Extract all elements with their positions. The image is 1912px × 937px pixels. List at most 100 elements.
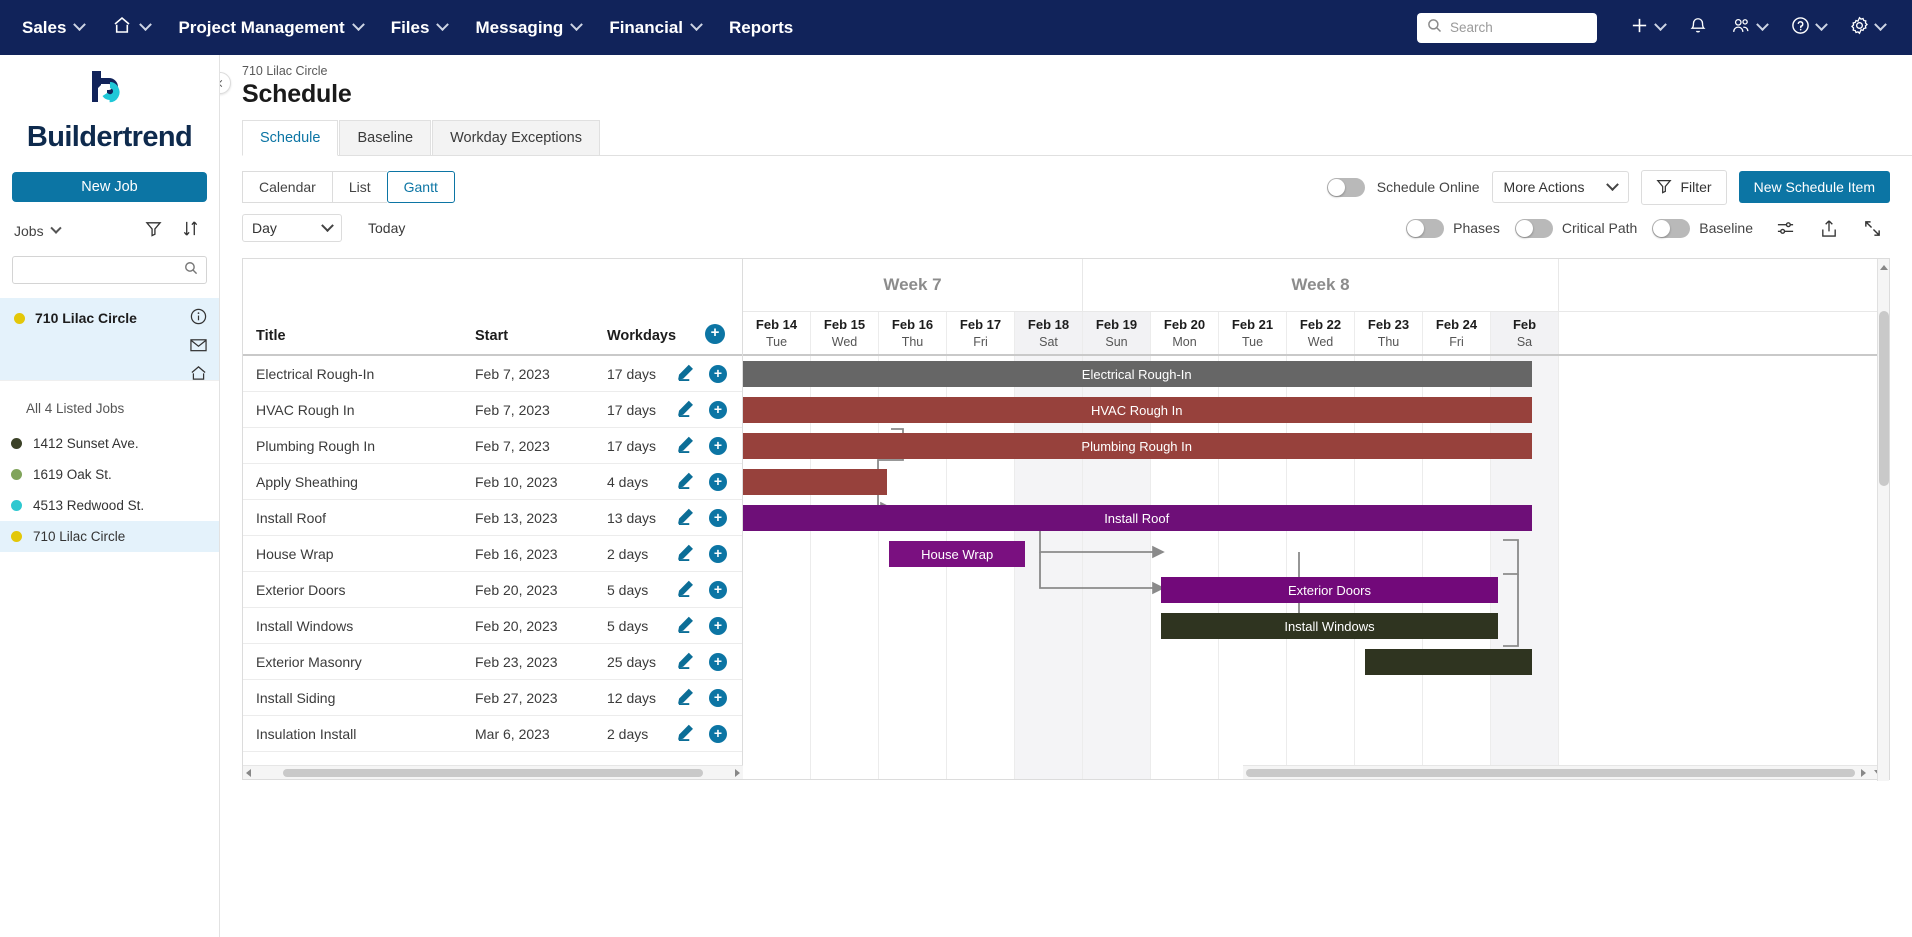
nav-item-files[interactable]: Files bbox=[377, 0, 462, 55]
add-icon[interactable]: + bbox=[709, 617, 727, 635]
table-row[interactable]: Install WindowsFeb 20, 20235 days+ bbox=[243, 608, 742, 644]
gantt-bar[interactable]: Electrical Rough-In bbox=[743, 361, 1532, 387]
jobs-search[interactable] bbox=[12, 256, 207, 284]
jobs-dropdown-label[interactable]: Jobs bbox=[14, 223, 44, 239]
gantt-bar[interactable]: Plumbing Rough In bbox=[743, 433, 1532, 459]
house-icon[interactable] bbox=[190, 365, 207, 386]
jobs-search-input[interactable] bbox=[21, 263, 184, 278]
today-button[interactable]: Today bbox=[368, 220, 405, 236]
table-row[interactable]: Insulation InstallMar 6, 20232 days+ bbox=[243, 716, 742, 752]
view-gantt[interactable]: Gantt bbox=[387, 171, 455, 203]
filter-button[interactable]: Filter bbox=[1641, 170, 1726, 205]
nav-item-reports[interactable]: Reports bbox=[715, 0, 807, 55]
view-calendar[interactable]: Calendar bbox=[242, 171, 332, 203]
day-column-header: Feb 18Sat bbox=[1015, 312, 1083, 354]
table-row[interactable]: Install RoofFeb 13, 202313 days+ bbox=[243, 500, 742, 536]
edit-icon[interactable] bbox=[677, 472, 694, 492]
tab-schedule[interactable]: Schedule bbox=[242, 120, 338, 156]
chevron-down-icon[interactable] bbox=[50, 223, 61, 234]
notifications-button[interactable] bbox=[1680, 0, 1716, 55]
add-icon[interactable]: + bbox=[709, 509, 727, 527]
add-icon[interactable]: + bbox=[709, 473, 727, 491]
fullscreen-icon[interactable] bbox=[1855, 215, 1890, 242]
edit-icon[interactable] bbox=[677, 688, 694, 708]
add-icon[interactable]: + bbox=[709, 437, 727, 455]
add-icon[interactable]: + bbox=[709, 653, 727, 671]
table-horizontal-scrollbar[interactable] bbox=[243, 765, 743, 779]
tab-workday-exceptions[interactable]: Workday Exceptions bbox=[432, 120, 600, 155]
gantt-scroll-right-arrow[interactable] bbox=[1861, 769, 1866, 777]
secondary-toolbar-right: Phases Critical Path Baseline bbox=[1406, 215, 1890, 242]
gantt-bar[interactable] bbox=[1365, 649, 1532, 675]
breadcrumb[interactable]: 710 Lilac Circle bbox=[242, 64, 1912, 78]
gantt-bar[interactable]: Install Windows bbox=[1161, 613, 1498, 639]
add-icon[interactable]: + bbox=[709, 581, 727, 599]
help-menu-button[interactable] bbox=[1782, 0, 1835, 55]
job-list-item[interactable]: 1619 Oak St. bbox=[0, 459, 219, 490]
tab-baseline[interactable]: Baseline bbox=[339, 120, 431, 155]
scroll-up-arrow[interactable] bbox=[1880, 265, 1888, 270]
settings-menu-button[interactable] bbox=[1841, 0, 1894, 55]
table-row[interactable]: Install SidingFeb 27, 202312 days+ bbox=[243, 680, 742, 716]
nav-item-sales[interactable]: Sales bbox=[22, 0, 98, 55]
critical-path-toggle[interactable] bbox=[1515, 219, 1553, 238]
gantt-bar[interactable]: Exterior Doors bbox=[1161, 577, 1498, 603]
zoom-level-select[interactable]: Day bbox=[242, 214, 342, 242]
job-list-item[interactable]: 1412 Sunset Ave. bbox=[0, 428, 219, 459]
new-schedule-item-button[interactable]: New Schedule Item bbox=[1739, 171, 1890, 203]
edit-icon[interactable] bbox=[677, 544, 694, 564]
edit-icon[interactable] bbox=[677, 652, 694, 672]
add-icon[interactable]: + bbox=[709, 689, 727, 707]
gantt-bar[interactable] bbox=[743, 469, 887, 495]
gantt-horizontal-scrollbar[interactable] bbox=[1243, 765, 1889, 779]
scroll-right-arrow[interactable] bbox=[735, 769, 740, 777]
add-row-button[interactable]: + bbox=[705, 324, 725, 344]
gantt-vertical-scrollbar[interactable] bbox=[1877, 259, 1889, 781]
more-actions-dropdown[interactable]: More Actions bbox=[1492, 171, 1630, 203]
job-list-item[interactable]: 710 Lilac Circle bbox=[0, 521, 219, 552]
scroll-left-arrow[interactable] bbox=[246, 769, 251, 777]
add-icon[interactable]: + bbox=[709, 365, 727, 383]
view-list[interactable]: List bbox=[332, 171, 387, 203]
nav-item-project-management[interactable]: Project Management bbox=[164, 0, 376, 55]
edit-icon[interactable] bbox=[677, 616, 694, 636]
phases-toggle[interactable] bbox=[1406, 219, 1444, 238]
search-input[interactable] bbox=[1450, 20, 1587, 35]
info-icon[interactable] bbox=[190, 308, 207, 330]
new-job-button[interactable]: New Job bbox=[12, 172, 207, 202]
add-icon[interactable]: + bbox=[709, 401, 727, 419]
baseline-toggle[interactable] bbox=[1652, 219, 1690, 238]
table-row[interactable]: Electrical Rough-InFeb 7, 202317 days+ bbox=[243, 356, 742, 392]
edit-icon[interactable] bbox=[677, 436, 694, 456]
gantt-bar[interactable]: House Wrap bbox=[889, 541, 1025, 567]
table-row[interactable]: Exterior DoorsFeb 20, 20235 days+ bbox=[243, 572, 742, 608]
mail-icon[interactable] bbox=[190, 338, 207, 357]
table-row[interactable]: Plumbing Rough InFeb 7, 202317 days+ bbox=[243, 428, 742, 464]
nav-item-messaging[interactable]: Messaging bbox=[461, 0, 595, 55]
users-menu-button[interactable] bbox=[1722, 0, 1776, 55]
add-menu-button[interactable] bbox=[1621, 0, 1674, 55]
selected-job-card[interactable]: 710 Lilac Circle bbox=[0, 298, 219, 380]
sort-jobs-button[interactable] bbox=[176, 220, 205, 242]
gantt-bar[interactable]: HVAC Rough In bbox=[743, 397, 1532, 423]
table-row[interactable]: House WrapFeb 16, 20232 days+ bbox=[243, 536, 742, 572]
schedule-online-toggle[interactable] bbox=[1327, 178, 1365, 197]
edit-icon[interactable] bbox=[677, 364, 694, 384]
edit-icon[interactable] bbox=[677, 400, 694, 420]
gantt-bar[interactable]: Install Roof bbox=[743, 505, 1532, 531]
add-icon[interactable]: + bbox=[709, 545, 727, 563]
export-icon[interactable] bbox=[1812, 215, 1846, 242]
filter-jobs-button[interactable] bbox=[139, 220, 168, 242]
edit-icon[interactable] bbox=[677, 724, 694, 744]
edit-icon[interactable] bbox=[677, 580, 694, 600]
add-icon[interactable]: + bbox=[709, 725, 727, 743]
nav-item-home[interactable] bbox=[98, 0, 164, 55]
global-search[interactable] bbox=[1417, 13, 1597, 43]
table-row[interactable]: Exterior MasonryFeb 23, 202325 days+ bbox=[243, 644, 742, 680]
table-row[interactable]: Apply SheathingFeb 10, 20234 days+ bbox=[243, 464, 742, 500]
job-list-item[interactable]: 4513 Redwood St. bbox=[0, 490, 219, 521]
nav-item-financial[interactable]: Financial bbox=[595, 0, 715, 55]
edit-icon[interactable] bbox=[677, 508, 694, 528]
settings-sliders-icon[interactable] bbox=[1768, 215, 1803, 242]
table-row[interactable]: HVAC Rough InFeb 7, 202317 days+ bbox=[243, 392, 742, 428]
